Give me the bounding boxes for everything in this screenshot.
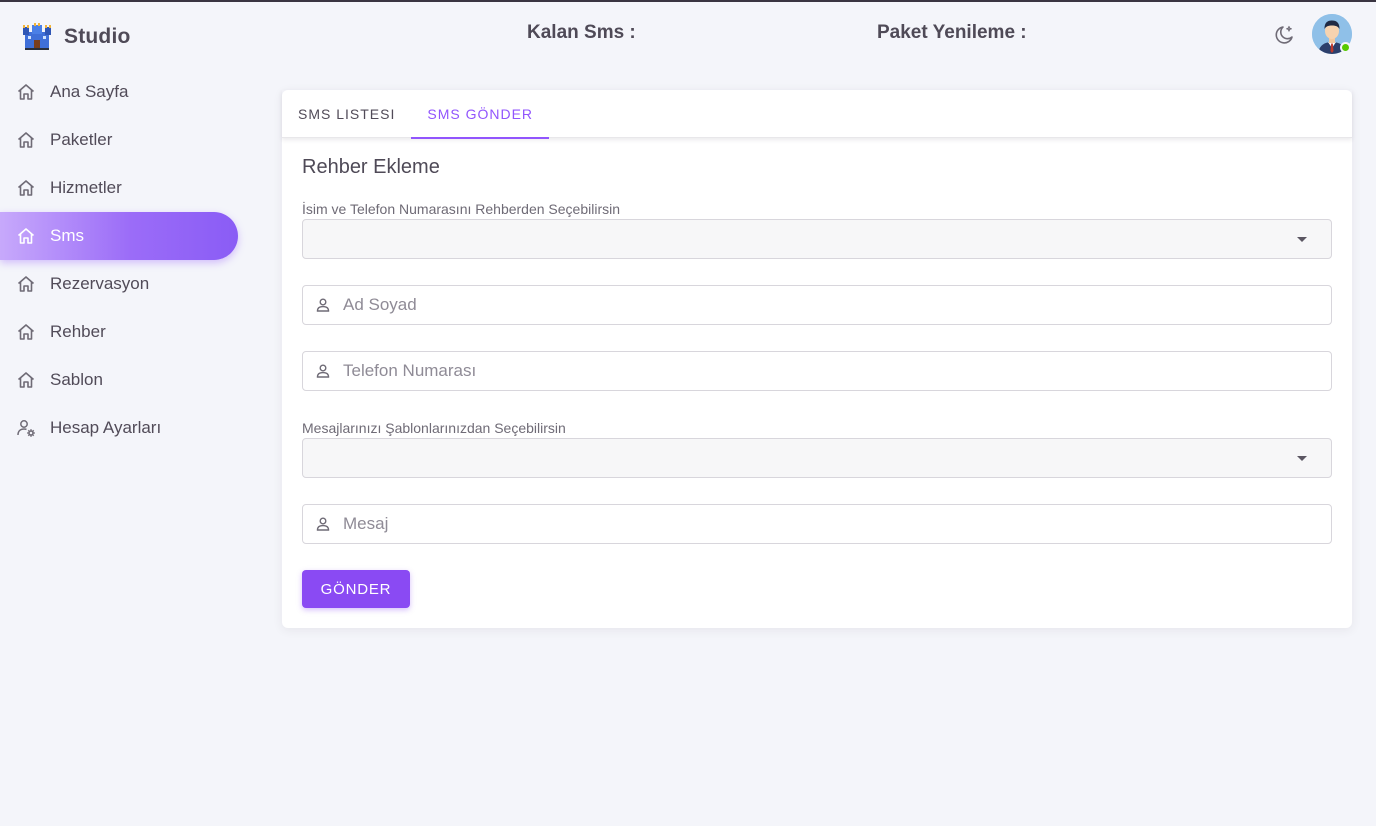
sidebar-item-label: Hesap Ayarları bbox=[50, 418, 162, 437]
person-icon bbox=[315, 297, 331, 313]
sidebar-item-paketler[interactable]: Paketler bbox=[0, 116, 238, 164]
sidebar: Studio Ana Sayfa Paketler Hizmetler Sms bbox=[0, 2, 260, 826]
form-title: Rehber Ekleme bbox=[302, 156, 440, 178]
sidebar-item-label: Hizmetler bbox=[50, 178, 122, 197]
phone-input[interactable] bbox=[343, 361, 1331, 381]
sidebar-item-label: Sablon bbox=[50, 370, 103, 389]
sidebar-item-sms[interactable]: Sms bbox=[0, 212, 238, 260]
sidebar-item-rehber[interactable]: Rehber bbox=[0, 308, 238, 356]
home-icon bbox=[16, 226, 36, 246]
sms-card: SMS LISTESI SMS GÖNDER Rehber Ekleme İsi… bbox=[282, 90, 1352, 628]
home-icon bbox=[16, 130, 36, 150]
home-icon bbox=[16, 322, 36, 342]
caret-down-icon bbox=[1297, 237, 1307, 242]
sidebar-item-hizmetler[interactable]: Hizmetler bbox=[0, 164, 238, 212]
contact-select[interactable] bbox=[302, 219, 1332, 259]
tab-sms-listesi[interactable]: SMS LISTESI bbox=[282, 90, 411, 138]
tab-sms-gonder[interactable]: SMS GÖNDER bbox=[411, 90, 549, 139]
person-icon bbox=[315, 363, 331, 379]
phone-field[interactable] bbox=[302, 351, 1332, 391]
sidebar-item-label: Rehber bbox=[50, 322, 106, 341]
name-input[interactable] bbox=[343, 295, 1331, 315]
sidebar-item-hesap-ayarlari[interactable]: Hesap Ayarları bbox=[0, 404, 238, 452]
message-input[interactable] bbox=[343, 514, 1331, 534]
online-status-badge bbox=[1340, 42, 1351, 53]
message-field[interactable] bbox=[302, 504, 1332, 544]
home-icon bbox=[16, 178, 36, 198]
name-field[interactable] bbox=[302, 285, 1332, 325]
home-icon bbox=[16, 274, 36, 294]
contact-select-label: İsim ve Telefon Numarasını Rehberden Seç… bbox=[302, 201, 621, 217]
template-select[interactable] bbox=[302, 438, 1332, 478]
sms-form: Rehber Ekleme İsim ve Telefon Numarasını… bbox=[302, 156, 1332, 608]
sidebar-item-ana-sayfa[interactable]: Ana Sayfa bbox=[0, 68, 238, 116]
brand[interactable]: Studio bbox=[22, 22, 131, 52]
sidebar-item-label: Ana Sayfa bbox=[50, 82, 129, 101]
home-icon bbox=[16, 82, 36, 102]
castle-logo-icon bbox=[22, 22, 52, 52]
sidebar-nav: Ana Sayfa Paketler Hizmetler Sms Rezerva… bbox=[0, 68, 260, 452]
sidebar-item-rezervasyon[interactable]: Rezervasyon bbox=[0, 260, 238, 308]
package-renewal-label: Paket Yenileme : bbox=[877, 22, 1027, 43]
send-button[interactable]: GÖNDER bbox=[302, 570, 410, 608]
template-select-label: Mesajlarınızı Şablonlarınızdan Seçebilir… bbox=[302, 420, 566, 436]
home-icon bbox=[16, 370, 36, 390]
sidebar-item-label: Sms bbox=[50, 226, 84, 245]
moon-star-icon[interactable] bbox=[1272, 23, 1296, 47]
sidebar-item-sablon[interactable]: Sablon bbox=[0, 356, 238, 404]
sidebar-item-label: Paketler bbox=[50, 130, 113, 149]
caret-down-icon bbox=[1297, 456, 1307, 461]
tab-bar: SMS LISTESI SMS GÖNDER bbox=[282, 90, 1352, 139]
brand-name: Studio bbox=[64, 25, 131, 48]
person-icon bbox=[315, 516, 331, 532]
sidebar-item-label: Rezervasyon bbox=[50, 274, 150, 293]
remaining-sms-label: Kalan Sms : bbox=[527, 22, 636, 43]
user-settings-icon bbox=[16, 418, 36, 438]
